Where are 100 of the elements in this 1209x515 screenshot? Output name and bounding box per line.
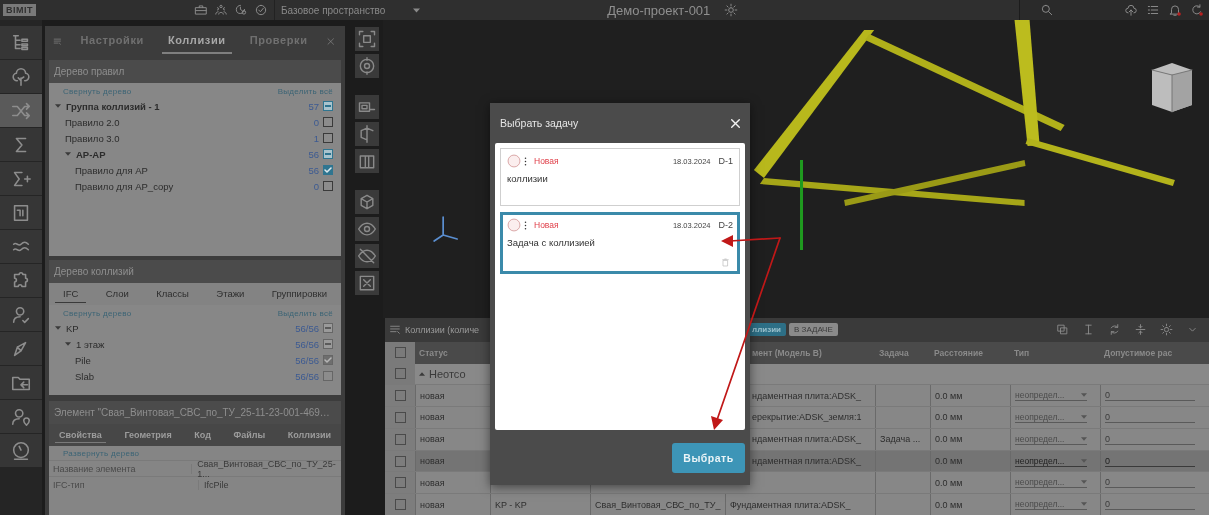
- refresh-icon[interactable]: [1108, 323, 1121, 337]
- checkbox[interactable]: [323, 323, 333, 333]
- tab[interactable]: Геометрия: [120, 427, 176, 443]
- sidebar-button[interactable]: [0, 196, 42, 229]
- caret-icon[interactable]: [1081, 436, 1087, 441]
- input-field[interactable]: 0: [1105, 477, 1195, 489]
- bell-icon[interactable]: [1168, 3, 1182, 17]
- caret-icon[interactable]: [1081, 480, 1087, 485]
- more-icon[interactable]: [524, 156, 527, 166]
- briefcase-icon[interactable]: [194, 3, 208, 17]
- column-header[interactable]: Расстояние: [930, 341, 1010, 364]
- sidebar-button[interactable]: [0, 434, 42, 467]
- settings-icon[interactable]: [724, 3, 739, 17]
- tree-item[interactable]: Правило для АР: [75, 164, 148, 176]
- checkbox[interactable]: [323, 117, 333, 127]
- tab[interactable]: Этажи: [208, 285, 253, 303]
- eye-icon[interactable]: [355, 217, 379, 241]
- tab[interactable]: Свойства: [55, 427, 106, 443]
- section-header[interactable]: Дерево коллизий: [49, 260, 341, 283]
- sidebar-button[interactable]: [0, 264, 42, 297]
- tree-item[interactable]: АР-АР: [76, 148, 106, 160]
- sidebar-button[interactable]: [0, 128, 42, 161]
- menu-icon[interactable]: [389, 323, 402, 337]
- collapse-link[interactable]: Свернуть дерево: [63, 309, 132, 318]
- target-icon[interactable]: [355, 54, 379, 78]
- sidebar-button[interactable]: [0, 230, 42, 263]
- input-field[interactable]: 0: [1105, 499, 1195, 511]
- section-icon[interactable]: [355, 122, 379, 146]
- sidebar-button[interactable]: [0, 162, 42, 195]
- focus-icon[interactable]: [355, 27, 379, 51]
- text-cursor-icon[interactable]: [1082, 323, 1095, 337]
- checkbox[interactable]: [394, 368, 406, 380]
- checkbox[interactable]: [323, 355, 333, 365]
- tab[interactable]: Классы: [148, 285, 197, 303]
- tab[interactable]: Коллизии: [283, 427, 335, 443]
- caret-icon[interactable]: [55, 104, 61, 108]
- input-field[interactable]: 0: [1105, 433, 1195, 445]
- tab[interactable]: Группировки: [263, 285, 335, 303]
- tree-item[interactable]: KP: [66, 322, 79, 334]
- caret-icon[interactable]: [55, 326, 61, 330]
- more-icon[interactable]: [524, 220, 527, 230]
- tree-item[interactable]: Правило для АР_copy: [75, 180, 174, 192]
- sidebar-button[interactable]: [0, 94, 42, 127]
- column-header[interactable]: Статус: [415, 341, 490, 364]
- checkbox[interactable]: [323, 339, 333, 349]
- caret-icon[interactable]: [65, 342, 71, 346]
- sidebar-button[interactable]: [0, 366, 42, 399]
- close-icon[interactable]: [729, 116, 742, 130]
- input-field[interactable]: 0: [1105, 390, 1195, 402]
- refresh-icon[interactable]: [1190, 3, 1204, 17]
- type-dropdown[interactable]: неопредел...: [1015, 455, 1087, 467]
- tree-item[interactable]: Slab: [75, 370, 94, 382]
- column-header[interactable]: Допустимое рас: [1100, 341, 1209, 364]
- select-all-link[interactable]: Выделить всё: [277, 309, 333, 318]
- search-icon[interactable]: [1040, 3, 1054, 17]
- tree-item[interactable]: Pile: [75, 354, 91, 366]
- section-header[interactable]: Элемент "Свая_Винтовая_СВС_по_ТУ_25-11-23-001-469…: [49, 401, 341, 424]
- tab[interactable]: Код: [190, 427, 215, 443]
- checkbox[interactable]: [394, 411, 406, 423]
- select-button[interactable]: Выбрать: [672, 442, 745, 473]
- sidebar-button[interactable]: [0, 26, 42, 59]
- tree-item[interactable]: Правило 3.0: [65, 132, 120, 144]
- checkbox[interactable]: [394, 390, 406, 402]
- checkbox[interactable]: [394, 499, 406, 511]
- expand-link[interactable]: Развернуть дерево: [63, 449, 140, 458]
- close-box-icon[interactable]: [355, 271, 379, 295]
- box-icon[interactable]: [355, 149, 379, 173]
- cloud-icon[interactable]: [1124, 3, 1138, 17]
- checkbox[interactable]: [394, 433, 406, 445]
- caret-icon[interactable]: [413, 7, 421, 13]
- input-field[interactable]: 0: [1105, 411, 1195, 423]
- checkbox[interactable]: [394, 477, 406, 489]
- caret-icon[interactable]: [419, 371, 425, 376]
- tab[interactable]: Файлы: [229, 427, 270, 443]
- filter-chip[interactable]: В ЗАДАЧЕ: [789, 323, 838, 337]
- tree-item[interactable]: Группа коллизий - 1: [66, 100, 160, 112]
- tree-item[interactable]: Правило 2.0: [65, 116, 120, 128]
- eye-off-icon[interactable]: [355, 244, 379, 268]
- checkbox[interactable]: [394, 347, 406, 359]
- checkbox[interactable]: [323, 371, 333, 381]
- input-field[interactable]: 0: [1105, 455, 1195, 467]
- cube-icon[interactable]: [355, 190, 379, 214]
- checkbox[interactable]: [323, 165, 333, 175]
- tab[interactable]: IFC: [55, 285, 87, 303]
- sidebar-button[interactable]: [0, 400, 42, 433]
- checkbox[interactable]: [394, 455, 406, 467]
- section-header[interactable]: Дерево правил: [49, 60, 341, 83]
- checkbox[interactable]: [323, 133, 333, 143]
- split-icon[interactable]: [1134, 323, 1147, 337]
- sidebar-button[interactable]: [0, 60, 42, 93]
- caret-icon[interactable]: [1081, 502, 1087, 507]
- tree-item[interactable]: 1 этаж: [76, 338, 105, 350]
- settings-icon[interactable]: [1160, 323, 1173, 337]
- tab[interactable]: Слои: [97, 285, 137, 303]
- caret-icon[interactable]: [65, 152, 71, 156]
- clock-icon[interactable]: [234, 3, 248, 17]
- caret-icon[interactable]: [1081, 414, 1087, 419]
- sidebar-button[interactable]: [0, 332, 42, 365]
- caret-icon[interactable]: [1081, 393, 1087, 398]
- collapse-link[interactable]: Свернуть дерево: [63, 87, 132, 96]
